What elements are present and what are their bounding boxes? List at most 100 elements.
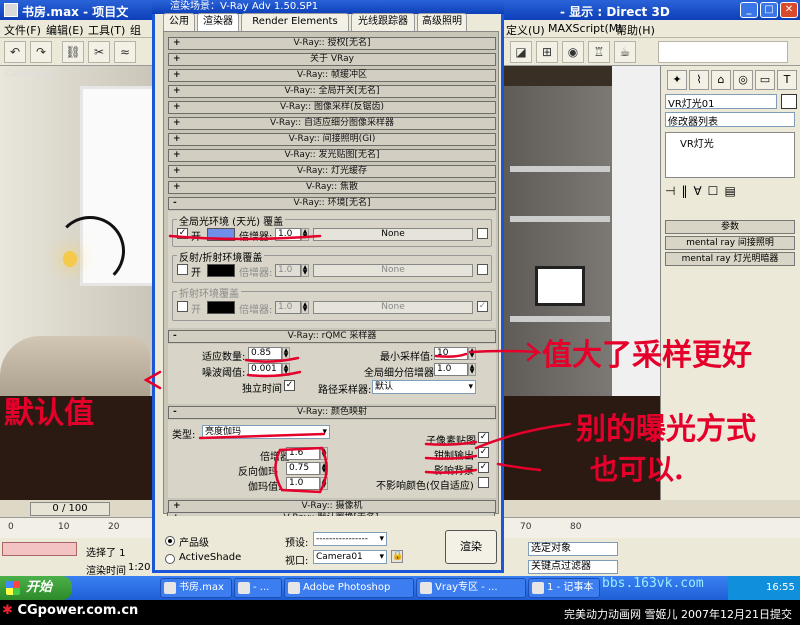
material-editor-icon[interactable]: ◉ [562, 41, 584, 63]
bind-icon[interactable]: ≈ [114, 41, 136, 63]
refl-env-multiplier[interactable]: 1.0 [275, 264, 301, 277]
clamp-output-checkbox[interactable]: ✓ [478, 447, 489, 458]
preset-dropdown[interactable]: ---------------- [313, 532, 387, 546]
noise-threshold-spinner[interactable]: 0.001 [248, 363, 282, 376]
lock-viewport-icon[interactable]: 🔒 [391, 550, 403, 563]
minimize-icon[interactable]: _ [740, 2, 758, 18]
task-browser[interactable]: Vray专区 - ... [416, 578, 526, 598]
spinner-arrows-icon[interactable]: ▲ ▼ [320, 447, 328, 460]
clock[interactable]: 16:55 [766, 582, 795, 593]
task-notepad[interactable]: 1 - 记事本 [528, 578, 600, 598]
rollout-mr-shader[interactable]: mental ray 灯光明暗器 [665, 252, 795, 266]
mirror-icon[interactable]: ◪ [510, 41, 532, 63]
task-max[interactable]: 书房.max [160, 578, 232, 598]
gamma-spinner[interactable]: 1.0 [286, 477, 320, 490]
activeshade-radio[interactable] [165, 554, 175, 564]
gi-env-map-button[interactable]: None [313, 228, 473, 241]
time-slider[interactable]: 0 / 100 [30, 502, 110, 516]
rollout-rqmc[interactable]: - V-Ray:: rQMC 采样器 [168, 330, 496, 343]
spinner-arrows-icon[interactable]: ▲ ▼ [282, 363, 290, 376]
menu-file[interactable]: 文件(F) [4, 22, 41, 38]
rollout-parameters[interactable]: 参数 [665, 220, 795, 234]
min-samples-spinner[interactable]: 10 [434, 347, 468, 360]
viewport-dropdown[interactable]: Camera01 [313, 550, 387, 564]
configure-sets-icon[interactable]: ▤ [724, 184, 735, 202]
modify-tab-icon[interactable]: ⌇ [689, 70, 709, 90]
task-photoshop[interactable]: Adobe Photoshop [284, 578, 414, 598]
rollout-environment[interactable]: - V-Ray:: 环境[无名] [168, 197, 496, 210]
rollout-irradiance-map[interactable]: + V-Ray:: 发光贴图[无名] [168, 149, 496, 162]
show-end-result-icon[interactable]: ‖ [681, 184, 687, 202]
utilities-tab-icon[interactable]: T [777, 70, 797, 90]
rollout-about-vray[interactable]: + 关于 VRay [168, 53, 496, 66]
mapping-multiplier-spinner[interactable]: 1.6 [286, 447, 320, 460]
rollout-color-mapping[interactable]: - V-Ray:: 颜色映射 [168, 406, 496, 419]
subpixel-mapping-checkbox[interactable]: ✓ [478, 432, 489, 443]
tab-advanced-lighting[interactable]: 高级照明 [417, 13, 467, 31]
stack-item[interactable]: VR灯光 [680, 135, 714, 150]
link-icon[interactable]: ⛓ [62, 41, 84, 63]
gi-env-on-checkbox[interactable]: ✓ [177, 228, 188, 239]
global-subdiv-spinner[interactable]: 1.0 [434, 363, 468, 376]
spinner-arrows-icon[interactable]: ▲ ▼ [320, 477, 328, 490]
refr-env-map-checkbox[interactable]: ✓ [477, 301, 488, 312]
create-tab-icon[interactable]: ✦ [667, 70, 687, 90]
spinner-arrows-icon[interactable]: ▲ ▼ [301, 301, 309, 314]
gi-env-multiplier[interactable]: 1.0 [275, 228, 301, 241]
dont-affect-colors-checkbox[interactable] [478, 477, 489, 488]
render-button[interactable]: 渲染 [445, 530, 497, 564]
rollout-mr-indirect[interactable]: mental ray 间接照明 [665, 236, 795, 250]
menu-customize[interactable]: 定义(U) [506, 22, 545, 38]
refl-env-map-button[interactable]: None [313, 264, 473, 277]
gi-env-map-checkbox[interactable] [477, 228, 488, 239]
rollout-adaptive-subdiv[interactable]: + V-Ray:: 自适应细分图像采样器 [168, 117, 496, 130]
align-icon[interactable]: ⊞ [536, 41, 558, 63]
undo-icon[interactable]: ↶ [4, 41, 26, 63]
menu-tools[interactable]: 工具(T) [88, 22, 125, 38]
key-filter-button[interactable]: 关键点过滤器 [528, 560, 618, 574]
maxscript-listener[interactable] [2, 542, 77, 556]
display-tab-icon[interactable]: ▭ [755, 70, 775, 90]
refr-env-multiplier[interactable]: 1.0 [275, 301, 301, 314]
remove-modifier-icon[interactable]: ☐ [708, 184, 719, 202]
rollout-image-sampler[interactable]: + V-Ray:: 图像采样(反锯齿) [168, 101, 496, 114]
start-button[interactable]: 开始 [0, 576, 72, 600]
rollout-light-cache[interactable]: + V-Ray:: 灯光缓存 [168, 165, 496, 178]
spinner-arrows-icon[interactable]: ▲ ▼ [301, 264, 309, 277]
menu-maxscript[interactable]: MAXScript(M) [548, 22, 623, 35]
time-independent-checkbox[interactable]: ✓ [284, 380, 295, 391]
refr-env-color-swatch[interactable] [207, 301, 235, 314]
object-name-field[interactable]: VR灯光01 [665, 94, 777, 110]
menu-help[interactable]: 帮助(H) [616, 22, 655, 38]
redo-icon[interactable]: ↷ [30, 41, 52, 63]
key-mode-dropdown[interactable]: 选定对象 [528, 542, 618, 556]
tab-common[interactable]: 公用 [163, 13, 195, 31]
menu-group[interactable]: 组 [130, 22, 141, 38]
modifier-list-dropdown[interactable]: 修改器列表 [665, 112, 795, 128]
maximize-icon[interactable]: □ [760, 2, 778, 18]
tab-render-elements[interactable]: Render Elements [241, 13, 349, 31]
hierarchy-tab-icon[interactable]: ⌂ [711, 70, 731, 90]
spinner-arrows-icon[interactable]: ▲ ▼ [301, 228, 309, 241]
production-radio[interactable] [165, 536, 175, 546]
menu-edit[interactable]: 编辑(E) [46, 22, 84, 38]
pin-stack-icon[interactable]: ⊣ [665, 184, 675, 202]
rollout-indirect-illum[interactable]: + V-Ray:: 间接照明(GI) [168, 133, 496, 146]
refr-env-on-checkbox[interactable] [177, 301, 188, 312]
quick-render-icon[interactable]: ☕ [614, 41, 636, 63]
viewport-label[interactable]: Camera01 [4, 68, 56, 79]
tab-renderer[interactable]: 渲染器 [197, 13, 239, 31]
adaptive-amount-spinner[interactable]: 0.85 [248, 347, 282, 360]
path-sampler-dropdown[interactable]: 默认 [372, 380, 476, 394]
rollout-vray-auth[interactable]: + V-Ray:: 授权[无名] [168, 37, 496, 50]
refr-env-map-button[interactable]: None [313, 301, 473, 314]
make-unique-icon[interactable]: ∀ [693, 184, 701, 202]
mapping-type-dropdown[interactable]: 亮度伽玛 [202, 425, 330, 439]
spinner-arrows-icon[interactable]: ▲ ▼ [320, 462, 328, 475]
spinner-arrows-icon[interactable]: ▲ ▼ [468, 347, 476, 360]
spinner-arrows-icon[interactable]: ▲ ▼ [282, 347, 290, 360]
rollout-global-switches[interactable]: + V-Ray:: 全局开关[无名] [168, 85, 496, 98]
motion-tab-icon[interactable]: ◎ [733, 70, 753, 90]
refl-env-color-swatch[interactable] [207, 264, 235, 277]
unlink-icon[interactable]: ✂ [88, 41, 110, 63]
